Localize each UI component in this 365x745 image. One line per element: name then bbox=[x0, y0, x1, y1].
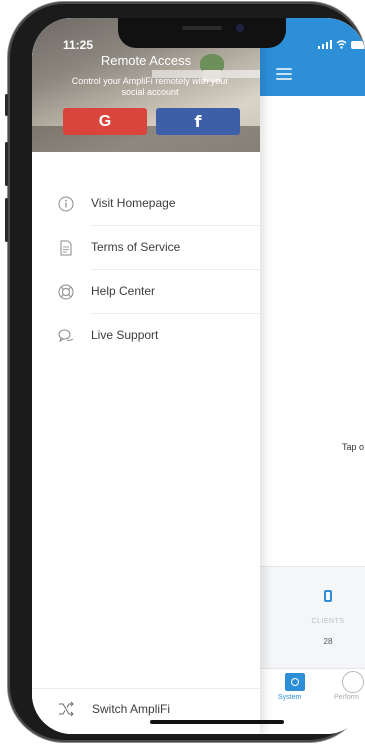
clients-count: 28 bbox=[323, 637, 333, 646]
notch bbox=[118, 18, 286, 48]
speaker-grille bbox=[182, 26, 222, 30]
volume-up-button bbox=[5, 142, 8, 186]
menu-item-label: Terms of Service bbox=[91, 240, 181, 254]
phone-device-icon bbox=[324, 590, 332, 602]
volume-down-button bbox=[5, 198, 8, 242]
document-icon bbox=[60, 240, 72, 256]
google-login-button[interactable]: G bbox=[63, 108, 147, 135]
menu-item-live-support[interactable]: Live Support bbox=[32, 314, 260, 358]
performance-tab-icon[interactable] bbox=[342, 671, 364, 693]
menu-item-label: Help Center bbox=[91, 284, 156, 298]
clients-label: CLIENTS bbox=[311, 618, 345, 625]
battery-icon bbox=[351, 40, 365, 49]
tab-performance[interactable]: Perform bbox=[334, 694, 359, 701]
menu-item-terms-of-service[interactable]: Terms of Service bbox=[32, 226, 260, 270]
mute-switch bbox=[5, 94, 8, 116]
lifebuoy-icon bbox=[58, 284, 74, 300]
side-drawer: 11:25 Remote Access Control your AmpliFi… bbox=[32, 18, 260, 734]
menu-item-help-center[interactable]: Help Center bbox=[32, 270, 260, 314]
menu-icon[interactable] bbox=[276, 68, 292, 80]
facebook-login-button[interactable]: f bbox=[156, 108, 240, 135]
home-indicator[interactable] bbox=[150, 720, 284, 724]
signal-icon bbox=[318, 40, 332, 49]
switch-amplifi-label: Switch AmpliFi bbox=[92, 702, 171, 716]
front-camera bbox=[236, 24, 244, 32]
remote-access-subtitle: Control your AmpliFi remotely with your … bbox=[71, 76, 229, 97]
phone-frame: Tap o CLIENTS 28 System Perform 11:25 Re… bbox=[5, 2, 365, 742]
menu-item-label: Visit Homepage bbox=[91, 196, 176, 210]
tap-hint-text: Tap o bbox=[342, 442, 365, 452]
menu-item-visit-homepage[interactable]: Visit Homepage bbox=[32, 182, 260, 226]
chat-bubbles-icon bbox=[58, 329, 74, 343]
remote-access-title: Remote Access bbox=[100, 53, 192, 68]
system-tab-icon[interactable] bbox=[285, 673, 305, 691]
phone-screen: Tap o CLIENTS 28 System Perform 11:25 Re… bbox=[32, 18, 365, 734]
info-icon bbox=[58, 196, 74, 212]
shuffle-icon bbox=[59, 701, 74, 717]
switch-amplifi-button[interactable]: Switch AmpliFi bbox=[32, 688, 260, 734]
menu-item-label: Live Support bbox=[91, 328, 159, 342]
status-indicators bbox=[318, 40, 365, 49]
status-time: 11:25 bbox=[63, 38, 94, 52]
wifi-icon bbox=[336, 40, 347, 49]
tab-system[interactable]: System bbox=[278, 694, 301, 701]
